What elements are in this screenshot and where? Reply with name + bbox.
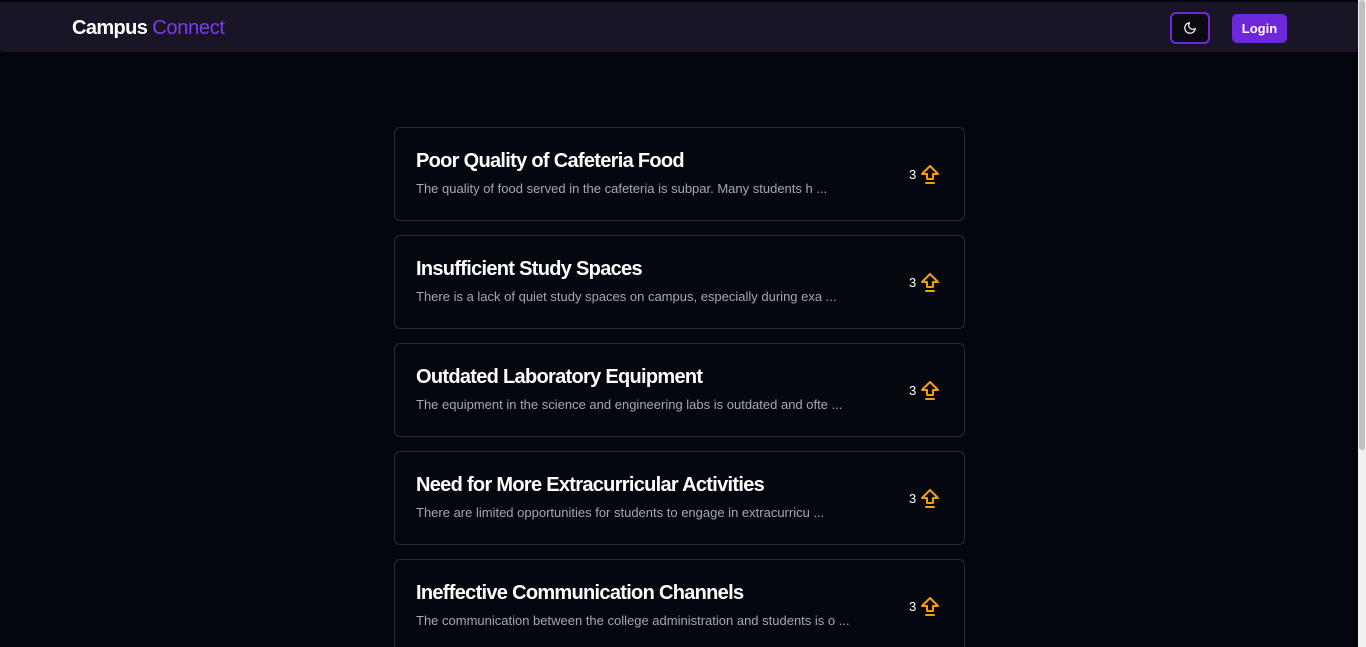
navbar: Campus Connect Login (0, 2, 1358, 52)
issue-description: The quality of food served in the cafete… (416, 181, 828, 196)
issue-description: There are limited opportunities for stud… (416, 505, 825, 520)
upvote-count: 3 (909, 167, 917, 182)
upvote-count: 3 (909, 383, 917, 398)
brand-logo[interactable]: Campus Connect (72, 16, 225, 40)
page: Campus Connect Login Poor Quality of Caf… (0, 0, 1366, 647)
upvote-button[interactable]: 3 (909, 272, 940, 294)
upvote-count: 3 (909, 275, 917, 290)
issue-description: The equipment in the science and enginee… (416, 397, 843, 412)
login-button[interactable]: Login (1232, 14, 1287, 43)
upvote-count: 3 (909, 599, 917, 614)
issue-card[interactable]: Poor Quality of Cafeteria Food The quali… (394, 127, 965, 221)
upvote-button[interactable]: 3 (909, 164, 940, 186)
moon-icon (1184, 22, 1196, 34)
upvote-count: 3 (909, 491, 917, 506)
issue-title: Need for More Extracurricular Activities (416, 474, 765, 496)
upvote-arrow-icon (921, 381, 940, 400)
page-scrollbar[interactable] (1358, 0, 1366, 647)
issue-description: The communication between the college ad… (416, 613, 850, 628)
upvote-button[interactable]: 3 (909, 596, 940, 618)
issue-title: Outdated Laboratory Equipment (416, 366, 703, 388)
upvote-button[interactable]: 3 (909, 380, 940, 402)
issue-card[interactable]: Outdated Laboratory Equipment The equipm… (394, 343, 965, 437)
upvote-arrow-icon (921, 165, 940, 184)
issue-title: Insufficient Study Spaces (416, 258, 643, 280)
issue-card[interactable]: Insufficient Study Spaces There is a lac… (394, 235, 965, 329)
scrollbar-thumb[interactable] (1359, 0, 1365, 450)
issue-title: Poor Quality of Cafeteria Food (416, 150, 685, 172)
theme-toggle-button[interactable] (1170, 12, 1210, 44)
brand-name: Campus (72, 17, 148, 39)
upvote-button[interactable]: 3 (909, 488, 940, 510)
issue-card[interactable]: Need for More Extracurricular Activities… (394, 451, 965, 545)
brand-name-accent: Connect (152, 17, 225, 39)
upvote-arrow-icon (921, 597, 940, 616)
upvote-arrow-icon (921, 489, 940, 508)
upvote-arrow-icon (921, 273, 940, 292)
issue-list: Poor Quality of Cafeteria Food The quali… (394, 127, 965, 647)
issue-card[interactable]: Ineffective Communication Channels The c… (394, 559, 965, 647)
issue-description: There is a lack of quiet study spaces on… (416, 289, 837, 304)
issue-title: Ineffective Communication Channels (416, 582, 744, 604)
